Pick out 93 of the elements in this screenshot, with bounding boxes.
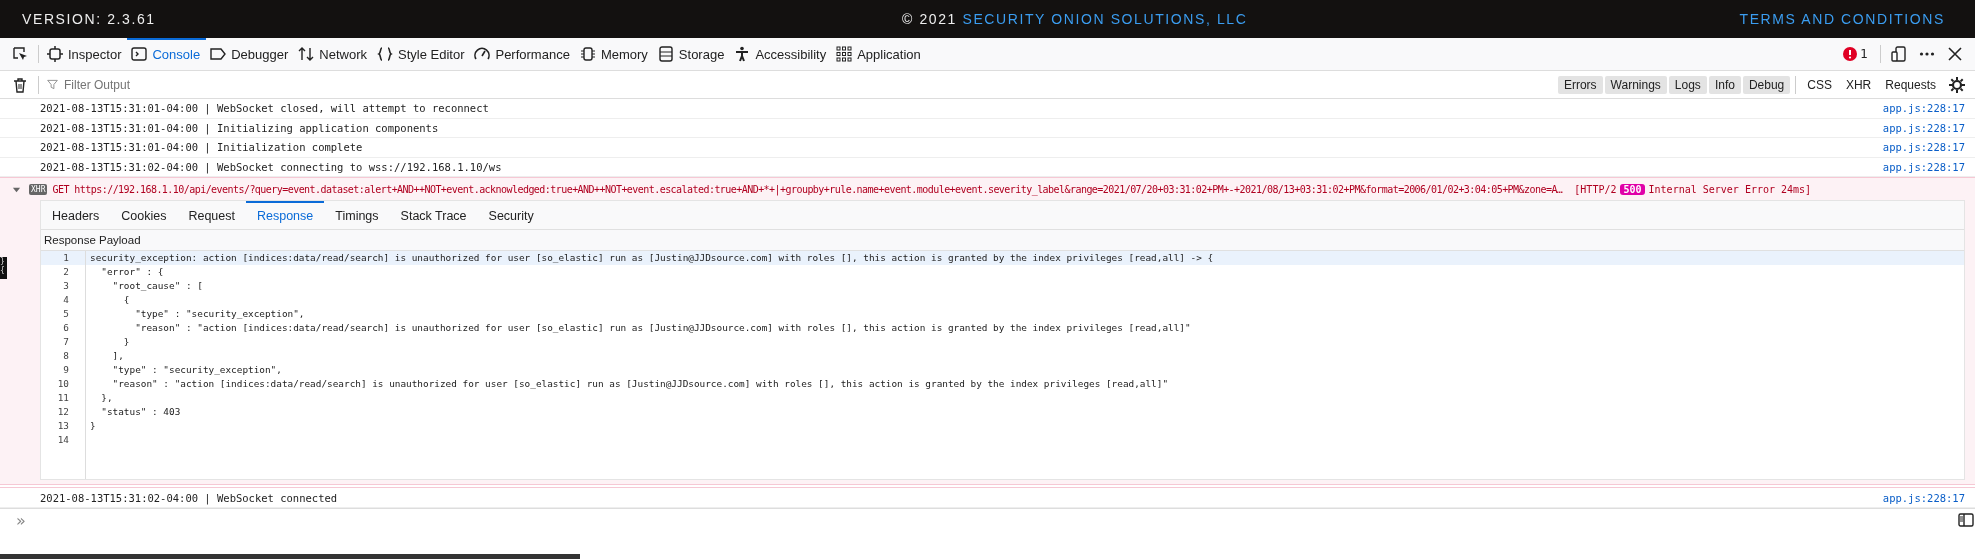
inspector-icon — [47, 46, 63, 62]
source-link[interactable]: app.js:228:17 — [1882, 102, 1965, 115]
source-link[interactable]: app.js:228:17 — [1882, 161, 1965, 174]
network-icon — [298, 46, 315, 62]
devtools-tab[interactable]: Performance — [470, 38, 576, 70]
log-message: 2021-08-13T15:31:02-04:00 | WebSocket connected — [40, 491, 338, 504]
log-message: 2021-08-13T15:31:02-04:00 | WebSocket connecting to wss://192.168.1.10/ws — [40, 161, 502, 174]
log-message: 2021-08-13T15:31:01-04:00 | WebSocket closed, will attempt to reconnect — [40, 102, 489, 115]
line-number: 4 — [41, 293, 86, 308]
log-message: 2021-08-13T15:31:01-04:00 | Initialization complete — [40, 141, 363, 154]
code-line: "reason" : "action [indices:data/read/search] is unauthorized for user [so_elastic] run as [Justin@JJDsource.com] with roles [], this action is granted by the index privileges [read,all]" — [134, 321, 1191, 336]
error-icon — [1842, 46, 1859, 62]
close-icon[interactable] — [1947, 46, 1963, 62]
status-text: Internal Server Error 24ms] — [1648, 183, 1812, 195]
line-number: 10 — [41, 377, 86, 392]
performance-icon — [474, 46, 491, 62]
devtools-tab[interactable]: Inspector — [43, 38, 128, 70]
code-line: "reason" : "action [indices:data/read/search] is unauthorized for user [so_elastic] run as [Justin@JJDsource.com] with roles [], this action is granted by the index privileges [read,all]" — [111, 377, 1169, 392]
network-detail-tab[interactable]: Request — [177, 201, 246, 230]
network-detail-tab[interactable]: Headers — [41, 201, 111, 230]
prompt-icon: » — [16, 510, 26, 530]
code-line: } — [90, 419, 96, 434]
editor-mode-icon[interactable] — [1958, 512, 1974, 529]
code-line: "error" : { — [100, 265, 164, 280]
network-detail-tab[interactable]: Timings — [324, 201, 390, 230]
line-number: 12 — [41, 405, 86, 420]
line-number: 2 — [41, 265, 86, 280]
terms-link[interactable]: TERMS AND CONDITIONS — [1739, 11, 1945, 27]
network-detail-tab[interactable]: Security — [477, 201, 545, 230]
accessibility-icon — [734, 46, 751, 62]
filter-field[interactable]: Filter Output — [62, 76, 326, 93]
error-count[interactable]: 1 — [1860, 47, 1868, 61]
code-line: "type" : "security_exception", — [134, 307, 305, 322]
devtools-tab[interactable]: Debugger — [206, 38, 295, 70]
source-link[interactable]: app.js:228:17 — [1882, 121, 1965, 134]
edge-glyph: } — [0, 257, 6, 266]
line-number: 11 — [41, 391, 86, 406]
element-picker-icon[interactable] — [12, 46, 28, 62]
storage-icon — [657, 46, 674, 62]
debugger-icon — [210, 46, 227, 62]
code-line: "status" : 403 — [100, 405, 181, 420]
devtools-tab[interactable]: Storage — [653, 38, 731, 70]
filter-icon — [47, 79, 58, 90]
edge-glyph: { — [0, 266, 6, 275]
message-type-button[interactable]: Requests — [1879, 75, 1942, 94]
devtools-tab[interactable]: Style Editor — [373, 38, 471, 70]
devtools-tab[interactable]: Application — [832, 38, 927, 70]
xhr-badge: XHR — [29, 183, 48, 195]
code-line: } — [122, 335, 130, 350]
line-number: 8 — [41, 349, 86, 364]
code-line: }, — [100, 391, 113, 406]
devtools-tab[interactable]: Console — [127, 38, 207, 70]
log-level-button[interactable]: Logs — [1668, 75, 1707, 94]
log-message: 2021-08-13T15:31:01-04:00 | Initializing application components — [40, 121, 439, 134]
log-level-button[interactable]: Warnings — [1604, 75, 1667, 94]
code-line: "root_cause" : [ — [111, 279, 203, 294]
code-line: "type" : "security_exception", — [111, 363, 282, 378]
responsive-design-icon[interactable] — [1891, 46, 1907, 62]
code-line: { — [122, 293, 130, 308]
devtools-tab[interactable]: Memory — [575, 38, 654, 70]
line-number: 14 — [41, 433, 86, 448]
line-number: 5 — [41, 307, 86, 322]
source-link[interactable]: app.js:228:17 — [1882, 491, 1965, 504]
line-number: 3 — [41, 279, 86, 294]
line-number: 6 — [41, 321, 86, 336]
status-badge: 500 — [1620, 183, 1645, 195]
devtools-tab[interactable]: Network — [294, 38, 373, 70]
line-number: 13 — [41, 419, 86, 434]
devtools-tab[interactable]: Accessibility — [730, 38, 833, 70]
line-number: 1 — [41, 251, 86, 266]
log-level-button[interactable]: Errors — [1557, 75, 1603, 94]
settings-icon[interactable] — [1949, 76, 1965, 93]
style-icon — [377, 46, 393, 62]
version-label: VERSION: 2.3.61 — [22, 11, 157, 27]
line-number: 7 — [41, 335, 86, 350]
console-icon — [131, 46, 148, 62]
log-level-button[interactable]: Debug — [1742, 75, 1791, 94]
memory-icon — [579, 46, 596, 62]
code-line: security_exception: action [indices:data/read/search] is unauthorized for user [so_elastic] run as [Justin@JJDsource.com] with roles [], this action is granted by the index privileges [read,all] -> { — [90, 251, 1214, 266]
section-header: Response Payload — [41, 230, 1964, 252]
application-icon — [836, 46, 853, 62]
source-link[interactable]: app.js:228:17 — [1882, 141, 1965, 154]
copyright-text: © 2021 SECURITY ONION SOLUTIONS, LLC — [902, 11, 1248, 27]
message-type-button[interactable]: XHR — [1839, 75, 1878, 94]
trash-icon[interactable] — [12, 76, 28, 93]
code-line: ], — [111, 349, 124, 364]
http-version: [HTTP/2 — [1574, 183, 1617, 195]
line-number: 9 — [41, 363, 86, 378]
network-detail-tab[interactable]: Stack Trace — [389, 201, 478, 230]
request-url[interactable]: GET https://192.168.1.10/api/events/?query=event.dataset:alert+AND++NOT+event.acknowledged:true+AND++NOT+event.escalated:true+AND+*+|+groupby+rule.name+event.module+event.severity_label&range=2021/07/20+03:31:02+PM+-+2021/08/13+03:31:02+PM&format=2006/01/02+3:04:05+PM&zone=A… — [52, 183, 1563, 195]
log-level-button[interactable]: Info — [1708, 75, 1741, 94]
message-type-button[interactable]: CSS — [1801, 75, 1838, 94]
network-detail-tab[interactable]: Cookies — [110, 201, 178, 230]
